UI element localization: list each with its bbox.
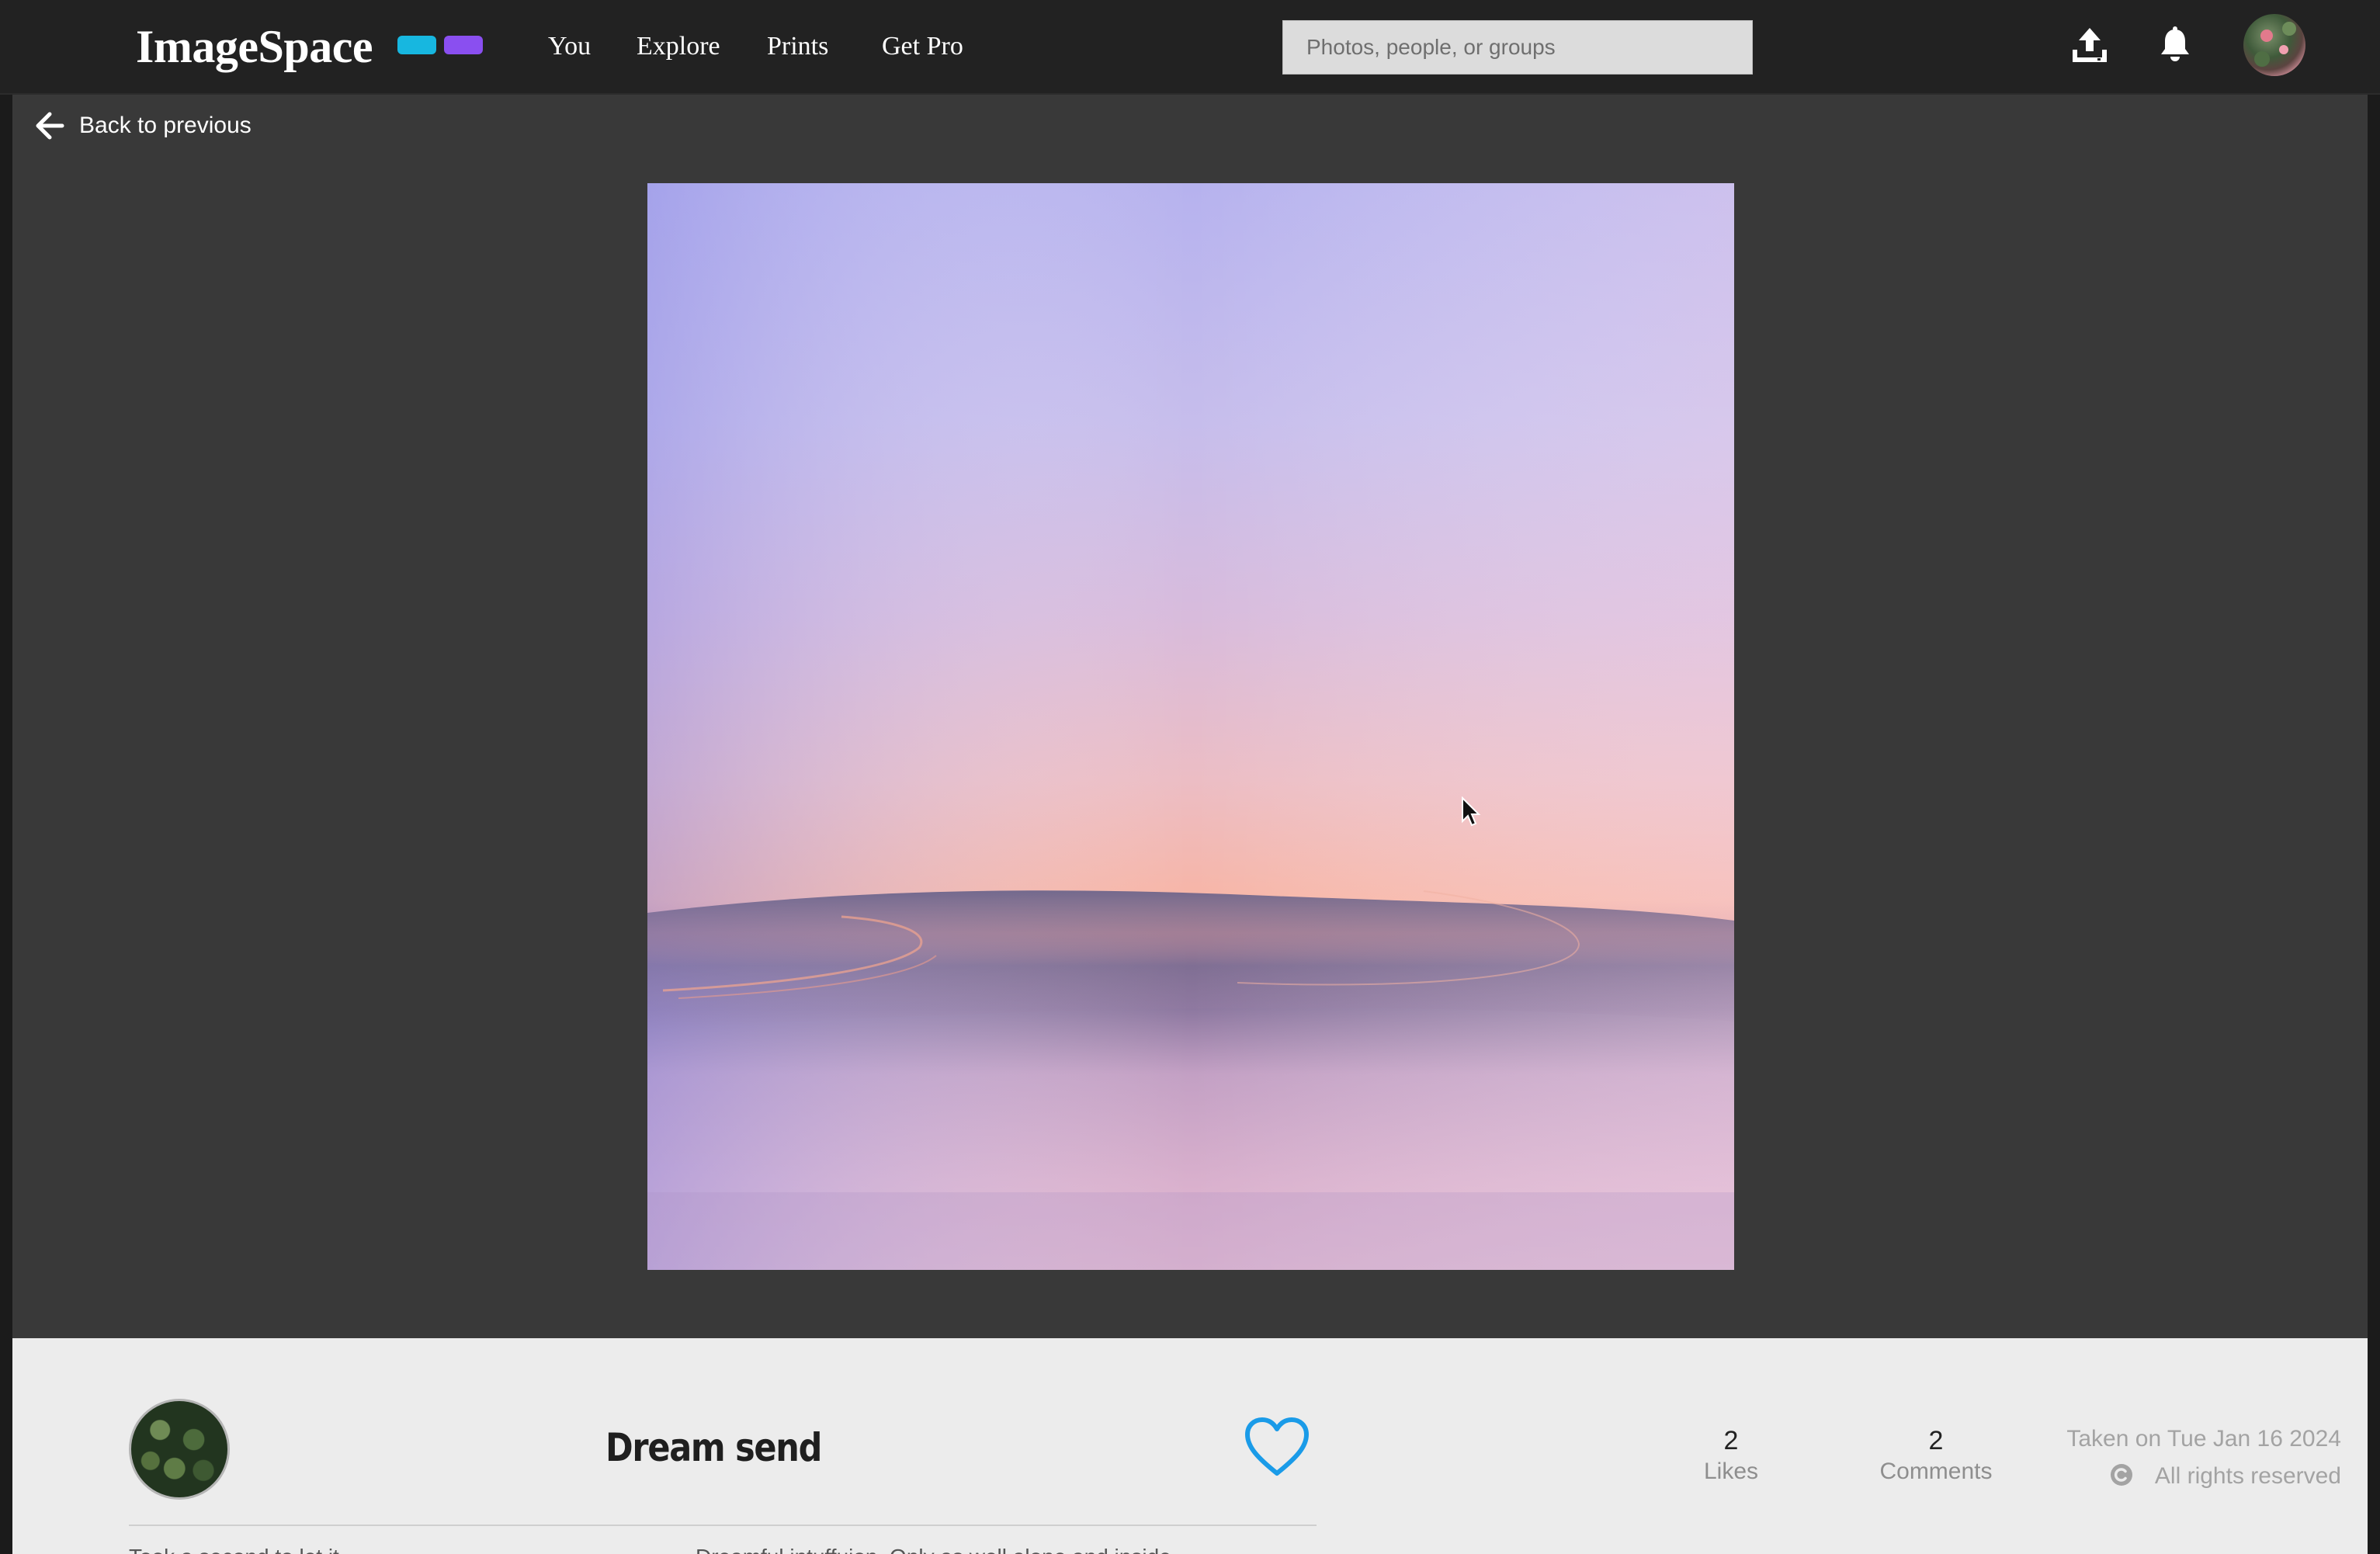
owner-avatar[interactable]: [129, 1399, 230, 1500]
nav-get-pro[interactable]: Get Pro: [882, 28, 963, 65]
likes-label: Likes: [1703, 1459, 1759, 1484]
photo-image: [647, 183, 1734, 1270]
avatar-flower: [2260, 29, 2273, 42]
bell-icon[interactable]: [2153, 23, 2197, 67]
likes-stat[interactable]: 2 Likes: [1653, 1425, 1809, 1487]
rights-info[interactable]: All rights reserved: [2062, 1461, 2341, 1492]
main-photo[interactable]: [647, 183, 1734, 1270]
copyright-icon: [2110, 1464, 2132, 1486]
back-to-previous-link[interactable]: Back to previous: [34, 104, 252, 147]
description-text: Took a second to let it: [129, 1542, 339, 1554]
app-logo[interactable]: ImageSpace: [136, 17, 373, 76]
taken-on-date: Taken on Tue Jan 16 2024: [2066, 1426, 2341, 1452]
rights-label: All rights reserved: [2154, 1463, 2341, 1489]
nav-prints[interactable]: Prints: [767, 28, 828, 65]
avatar-leaf: [2282, 22, 2296, 36]
logo-pill-purple: [444, 36, 483, 54]
comments-label: Comments: [1879, 1459, 1993, 1484]
upload-icon[interactable]: [2068, 23, 2111, 67]
back-label: Back to previous: [79, 113, 252, 138]
comments-count: 2: [1928, 1426, 1944, 1455]
details-divider: [129, 1525, 1317, 1526]
arrow-left-icon: [36, 112, 64, 140]
description-text-right: Dreamful intuffuion. Only as well alone …: [696, 1542, 1171, 1554]
top-navbar: ImageSpace You Explore Prints Get Pro: [0, 0, 2380, 95]
avatar-leaf: [2254, 51, 2270, 67]
photo-viewer: Back to previous: [12, 95, 2368, 1338]
avatar-flower: [2279, 45, 2288, 54]
comments-stat[interactable]: 2 Comments: [1858, 1425, 2014, 1487]
photo-details-panel: Dream send Took a second to let it Dream…: [12, 1338, 2368, 1554]
photo-title: Dream send: [605, 1425, 822, 1470]
likes-count: 2: [1723, 1426, 1739, 1455]
search-input[interactable]: [1282, 20, 1753, 75]
logo-pill-cyan: [397, 36, 436, 54]
nav-explore[interactable]: Explore: [637, 28, 720, 65]
nav-you[interactable]: You: [548, 28, 591, 65]
user-avatar[interactable]: [2243, 14, 2305, 76]
app-window: ImageSpace You Explore Prints Get Pro Ph…: [0, 0, 2380, 1554]
heart-outline-icon[interactable]: [1244, 1416, 1310, 1478]
